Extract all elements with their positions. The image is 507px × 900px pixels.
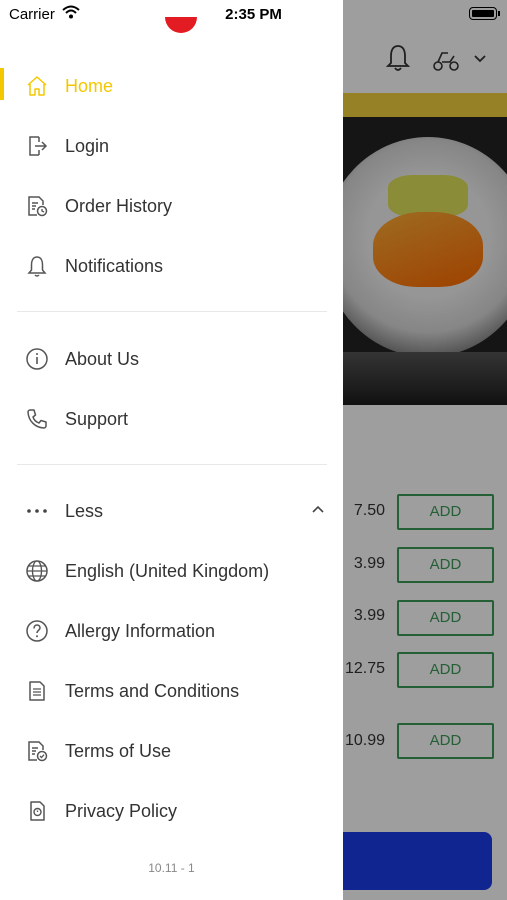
menu-item-support[interactable]: Support — [0, 395, 343, 443]
login-icon — [25, 134, 49, 158]
clock: 2:35 PM — [225, 6, 282, 23]
phone-icon — [25, 407, 49, 431]
battery-icon — [469, 7, 500, 20]
menu-item-allergy-information[interactable]: Allergy Information — [0, 607, 343, 655]
status-bar: Carrier 2:35 PM — [0, 0, 507, 28]
menu-item-order-history[interactable]: Order History — [0, 182, 343, 230]
menu-item-login[interactable]: Login — [0, 122, 343, 170]
drawer-scrim[interactable] — [343, 0, 507, 900]
menu-item-notifications[interactable]: Notifications — [0, 242, 343, 290]
menu-item-label: Terms and Conditions — [65, 680, 240, 701]
menu-item-less-toggle[interactable]: Less — [0, 487, 343, 535]
bell-icon — [25, 254, 49, 278]
menu-item-label: Privacy Policy — [65, 800, 178, 821]
app-version: 10.11 - 1 — [148, 861, 195, 875]
home-icon — [25, 74, 49, 98]
menu-item-label: Login — [65, 135, 110, 156]
menu-item-label: Less — [65, 500, 104, 521]
menu-item-terms-and-conditions[interactable]: Terms and Conditions — [0, 667, 343, 715]
globe-icon — [25, 559, 49, 583]
menu-item-label: About Us — [65, 348, 140, 369]
menu-item-language[interactable]: English (United Kingdom) — [0, 547, 343, 595]
chevron-up-icon — [312, 505, 324, 513]
info-icon — [25, 347, 49, 371]
menu-item-label: Home — [65, 75, 114, 96]
menu-item-privacy-policy[interactable]: Privacy Policy — [0, 787, 343, 835]
menu-item-label: Support — [65, 408, 129, 429]
menu-item-label: Order History — [65, 195, 173, 216]
menu-item-terms-of-use[interactable]: Terms of Use — [0, 727, 343, 775]
privacy-icon — [25, 799, 49, 823]
menu-item-about-us[interactable]: About Us — [0, 335, 343, 383]
menu-divider — [17, 464, 327, 465]
menu-item-label: Terms of Use — [65, 740, 172, 761]
more-dots-icon — [25, 499, 49, 523]
side-drawer: Home Login Order History Notifications A… — [0, 0, 343, 900]
question-icon — [25, 619, 49, 643]
document-icon — [25, 679, 49, 703]
menu-item-label: Notifications — [65, 255, 164, 276]
menu-divider — [17, 311, 327, 312]
order-history-icon — [25, 194, 49, 218]
menu-item-home[interactable]: Home — [0, 62, 343, 110]
menu-item-label: Allergy Information — [65, 620, 216, 641]
document-check-icon — [25, 739, 49, 763]
menu-item-label: English (United Kingdom) — [65, 560, 270, 581]
